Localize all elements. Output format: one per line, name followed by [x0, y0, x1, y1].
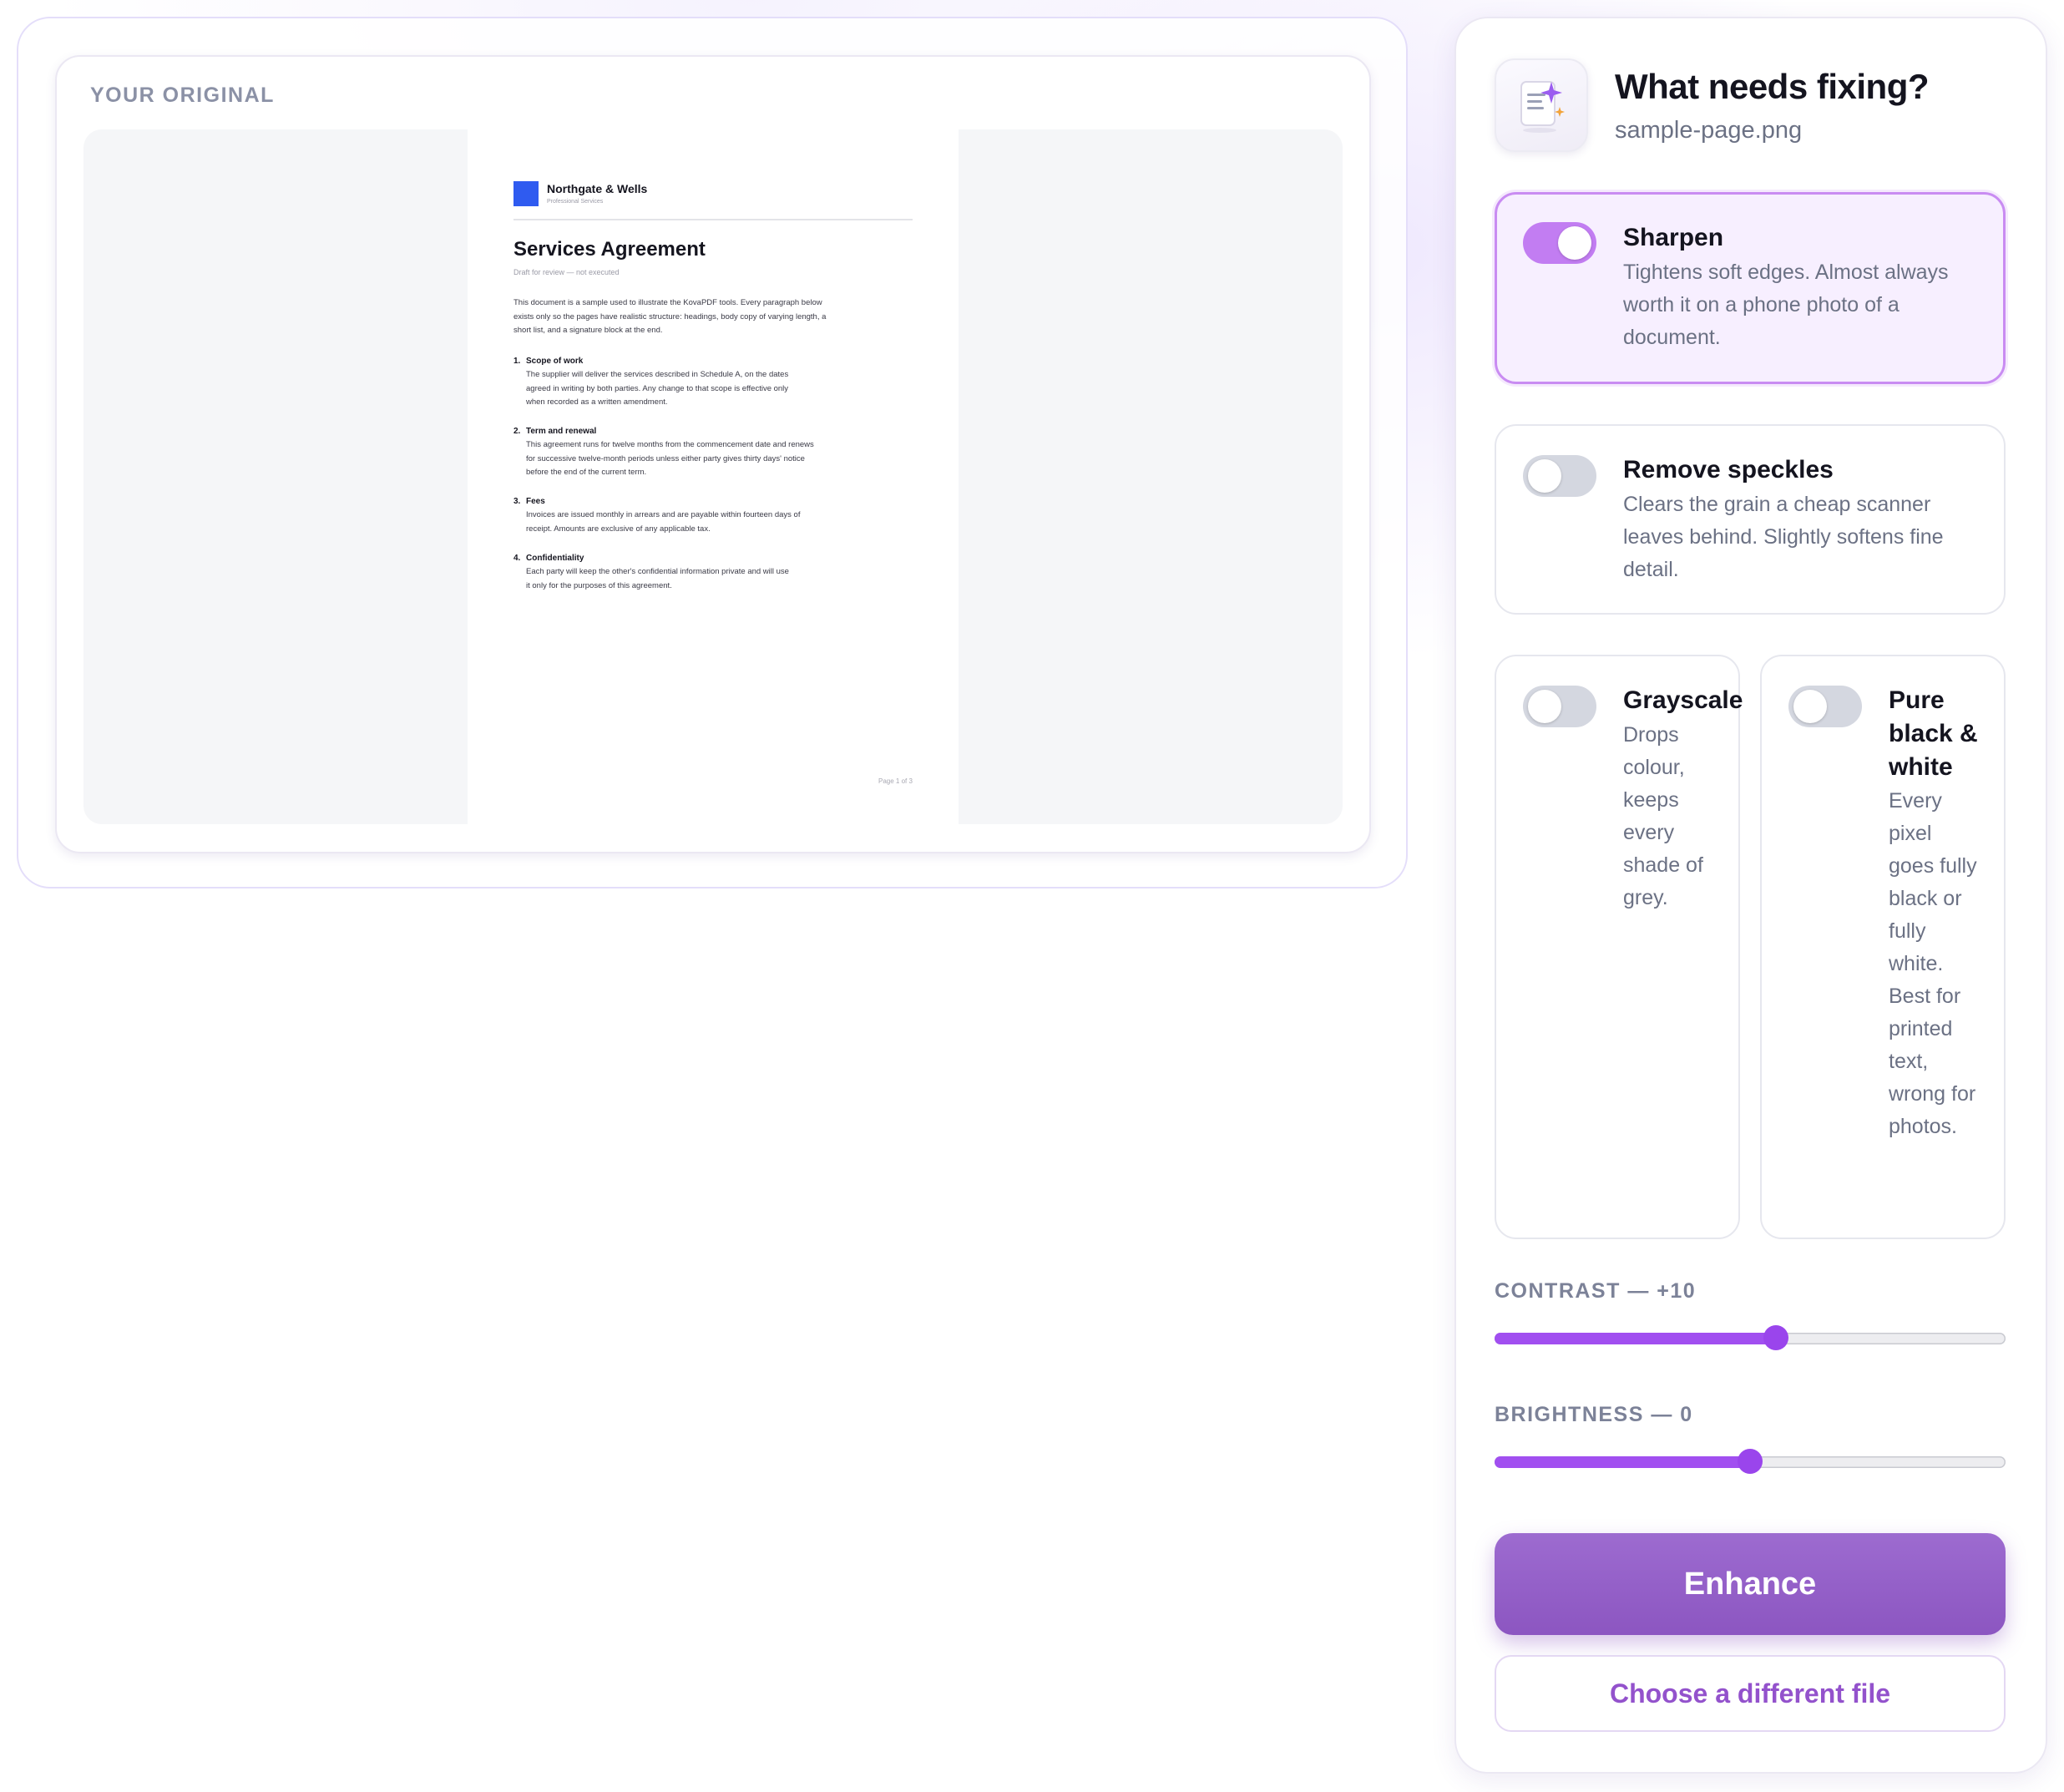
doc-section-number: 2. [513, 427, 521, 436]
enhance-button[interactable]: Enhance [1495, 1533, 2006, 1635]
grayscale-toggle[interactable] [1523, 686, 1596, 727]
doc-intro: This document is a sample used to illust… [513, 298, 827, 335]
doc-company-sub: Professional Services [547, 199, 604, 205]
speckles-toggle[interactable] [1523, 455, 1596, 497]
file-name: sample-page.png [1615, 117, 1803, 144]
option-title: Pure black & white [1889, 686, 1978, 781]
brightness-thumb[interactable] [1738, 1449, 1763, 1474]
preview-label: YOUR ORIGINAL [90, 84, 275, 107]
doc-section-title: Fees [526, 497, 545, 506]
doc-section-number: 4. [513, 554, 521, 563]
doc-section-body: Invoices are issued monthly in arrears a… [526, 510, 801, 534]
company-logo [513, 181, 539, 206]
doc-section: 1. Scope of work The supplier will delive… [513, 357, 847, 410]
preview-stage: Northgate & Wells Professional Services … [83, 129, 1343, 824]
doc-section-title: Scope of work [526, 357, 584, 366]
doc-title: Services Agreement [513, 238, 706, 261]
option-description: Clears the grain a cheap scanner leaves … [1623, 493, 1944, 581]
doc-section-body: This agreement runs for twelve months fr… [526, 440, 814, 477]
contrast-thumb[interactable] [1763, 1325, 1788, 1350]
doc-section-body: Each party will keep the other's confide… [526, 567, 789, 590]
toggle-knob [1793, 690, 1827, 723]
toggle-knob [1558, 226, 1591, 260]
brightness-fill [1495, 1456, 1750, 1468]
brightness-label: BRIGHTNESS — 0 [1495, 1403, 1693, 1426]
contrast-fill [1495, 1333, 1776, 1344]
option-title: Grayscale [1623, 686, 1743, 714]
option-title: Sharpen [1623, 224, 1724, 251]
choose-file-button[interactable]: Choose a different file [1495, 1655, 2006, 1732]
sharpen-toggle[interactable] [1523, 222, 1596, 264]
doc-company: Northgate & Wells [547, 182, 648, 195]
option-description: Every pixel goes fully black or fully wh… [1889, 789, 1977, 1138]
black-white-toggle[interactable] [1788, 686, 1862, 727]
doc-section-heading: 1. Scope of work [513, 357, 847, 366]
document-page: Northgate & Wells Professional Services … [468, 129, 959, 824]
doc-divider [513, 219, 913, 220]
option-description: Tightens soft edges. Almost always worth… [1623, 261, 1949, 349]
doc-section-title: Confidentiality [526, 554, 584, 563]
doc-page-number: Page 1 of 3 [878, 777, 913, 785]
doc-section-body: The supplier will deliver the services d… [526, 370, 789, 407]
doc-subtitle: Draft for review — not executed [513, 268, 620, 276]
doc-section-heading: 2. Term and renewal [513, 427, 847, 436]
toggle-knob [1528, 459, 1561, 493]
doc-section-heading: 3. Fees [513, 497, 847, 506]
doc-section-title: Term and renewal [526, 427, 597, 436]
doc-section-number: 1. [513, 357, 521, 366]
contrast-label: CONTRAST — +10 [1495, 1279, 1697, 1303]
option-title: Remove speckles [1623, 456, 1834, 483]
option-description: Drops colour, keeps every shade of grey. [1623, 723, 1703, 909]
doc-section-number: 3. [513, 497, 521, 506]
panel-title: What needs fixing? [1615, 67, 1930, 106]
doc-section: 3. Fees Invoices are issued monthly in ar… [513, 497, 847, 536]
document-sparkle-icon [1495, 58, 1588, 152]
doc-section: 4. Confidentiality Each party will keep t… [513, 554, 847, 593]
contrast-slider[interactable] [1495, 1325, 2006, 1350]
toggle-knob [1528, 690, 1561, 723]
doc-section-heading: 4. Confidentiality [513, 554, 847, 563]
brightness-slider[interactable] [1495, 1449, 2006, 1474]
doc-section: 2. Term and renewal This agreement runs f… [513, 427, 847, 480]
